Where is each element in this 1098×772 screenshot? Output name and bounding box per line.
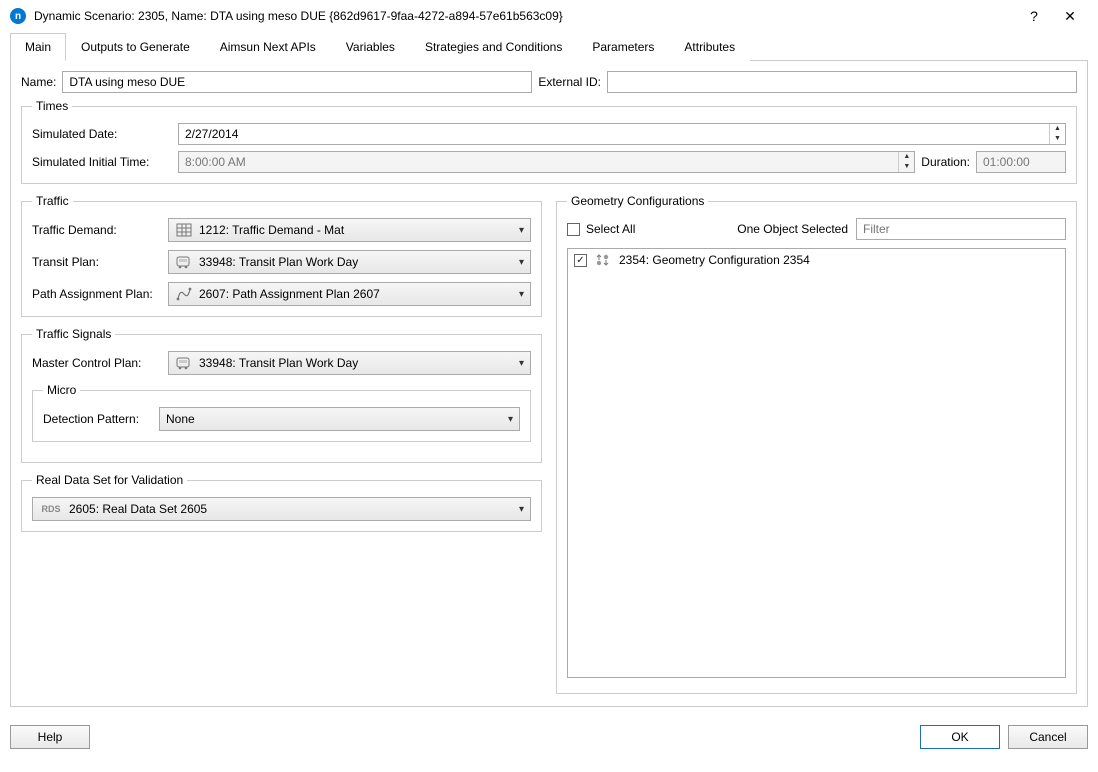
chevron-down-icon: ▾ (519, 358, 524, 369)
duration-input[interactable]: ▲▼ (976, 151, 1066, 173)
rds-icon: RDS (39, 501, 63, 517)
transit-value: 33948: Transit Plan Work Day (199, 255, 513, 269)
rds-value: 2605: Real Data Set 2605 (69, 502, 513, 516)
sim-date-label: Simulated Date: (32, 127, 172, 141)
demand-label: Traffic Demand: (32, 223, 162, 237)
spin-down-icon[interactable]: ▼ (899, 162, 914, 172)
signals-fieldset: Traffic Signals Master Control Plan: 339… (21, 327, 542, 463)
chevron-down-icon: ▾ (519, 225, 524, 236)
traffic-legend: Traffic (32, 194, 73, 208)
rds-legend: Real Data Set for Validation (32, 473, 187, 487)
geometry-item-label: 2354: Geometry Configuration 2354 (619, 253, 810, 267)
geometry-legend: Geometry Configurations (567, 194, 708, 208)
geometry-list[interactable]: ✓ 2354: Geometry Configuration 2354 (567, 248, 1066, 678)
help-question-icon[interactable]: ? (1016, 8, 1052, 24)
sim-time-label: Simulated Initial Time: (32, 155, 172, 169)
rds-select[interactable]: RDS 2605: Real Data Set 2605 ▾ (32, 497, 531, 521)
demand-select[interactable]: 1212: Traffic Demand - Mat ▾ (168, 218, 531, 242)
select-all-label: Select All (586, 222, 635, 236)
checkbox-checked-icon[interactable]: ✓ (574, 254, 587, 267)
spin-up-icon[interactable]: ▲ (899, 152, 914, 162)
spin-up-icon[interactable]: ▲ (1050, 124, 1065, 134)
chevron-down-icon: ▾ (508, 414, 513, 425)
duration-label: Duration: (921, 155, 970, 169)
signals-legend: Traffic Signals (32, 327, 115, 341)
rds-fieldset: Real Data Set for Validation RDS 2605: R… (21, 473, 542, 532)
master-label: Master Control Plan: (32, 356, 162, 370)
dialog-footer: Help OK Cancel (0, 717, 1098, 757)
detection-label: Detection Pattern: (43, 412, 153, 426)
spin-down-icon[interactable]: ▼ (1050, 134, 1065, 144)
app-icon: n (10, 8, 26, 24)
sim-time-text (179, 152, 898, 172)
path-select[interactable]: 2607: Path Assignment Plan 2607 ▾ (168, 282, 531, 306)
sim-time-input[interactable]: ▲▼ (178, 151, 915, 173)
demand-value: 1212: Traffic Demand - Mat (199, 223, 513, 237)
tab-parameters[interactable]: Parameters (577, 33, 669, 61)
select-all-checkbox[interactable]: Select All (567, 222, 635, 236)
external-id-label: External ID: (538, 75, 601, 89)
chevron-down-icon: ▾ (519, 504, 524, 515)
times-legend: Times (32, 99, 72, 113)
tab-main[interactable]: Main (10, 33, 66, 61)
micro-legend: Micro (43, 383, 80, 397)
micro-fieldset: Micro Detection Pattern: None ▾ (32, 383, 531, 442)
sim-date-text[interactable] (179, 124, 1049, 144)
list-item[interactable]: ✓ 2354: Geometry Configuration 2354 (568, 249, 1065, 271)
close-icon[interactable]: ✕ (1052, 8, 1088, 25)
transit-label: Transit Plan: (32, 255, 162, 269)
name-label: Name: (21, 75, 56, 89)
window-title: Dynamic Scenario: 2305, Name: DTA using … (34, 9, 1016, 23)
master-select[interactable]: 33948: Transit Plan Work Day ▾ (168, 351, 531, 375)
detection-select[interactable]: None ▾ (159, 407, 520, 431)
path-label: Path Assignment Plan: (32, 287, 162, 301)
grid-icon (175, 222, 193, 238)
path-icon (175, 286, 193, 302)
tab-variables[interactable]: Variables (331, 33, 410, 61)
times-fieldset: Times Simulated Date: ▲▼ Simulated Initi… (21, 99, 1077, 184)
tab-outputs[interactable]: Outputs to Generate (66, 33, 205, 61)
filter-input[interactable] (856, 218, 1066, 240)
help-button[interactable]: Help (10, 725, 90, 749)
traffic-fieldset: Traffic Traffic Demand: 1212: Traffic De… (21, 194, 542, 317)
cancel-button[interactable]: Cancel (1008, 725, 1088, 749)
geometry-fieldset: Geometry Configurations Select All One O… (556, 194, 1077, 694)
tab-strategies[interactable]: Strategies and Conditions (410, 33, 577, 61)
ok-button[interactable]: OK (920, 725, 1000, 749)
sim-date-input[interactable]: ▲▼ (178, 123, 1066, 145)
duration-text (977, 152, 1098, 172)
geometry-item-icon (595, 253, 611, 267)
bus-icon (175, 254, 193, 270)
bus-icon (175, 355, 193, 371)
chevron-down-icon: ▾ (519, 289, 524, 300)
path-value: 2607: Path Assignment Plan 2607 (199, 287, 513, 301)
checkbox-icon (567, 223, 580, 236)
selected-count-label: One Object Selected (737, 222, 848, 236)
name-input[interactable] (62, 71, 532, 93)
transit-select[interactable]: 33948: Transit Plan Work Day ▾ (168, 250, 531, 274)
chevron-down-icon: ▾ (519, 257, 524, 268)
titlebar: n Dynamic Scenario: 2305, Name: DTA usin… (0, 0, 1098, 32)
master-value: 33948: Transit Plan Work Day (199, 356, 513, 370)
external-id-input[interactable] (607, 71, 1077, 93)
tab-bar: Main Outputs to Generate Aimsun Next API… (10, 32, 1088, 61)
tab-attributes[interactable]: Attributes (669, 33, 750, 61)
tab-apis[interactable]: Aimsun Next APIs (205, 33, 331, 61)
detection-value: None (166, 412, 502, 426)
